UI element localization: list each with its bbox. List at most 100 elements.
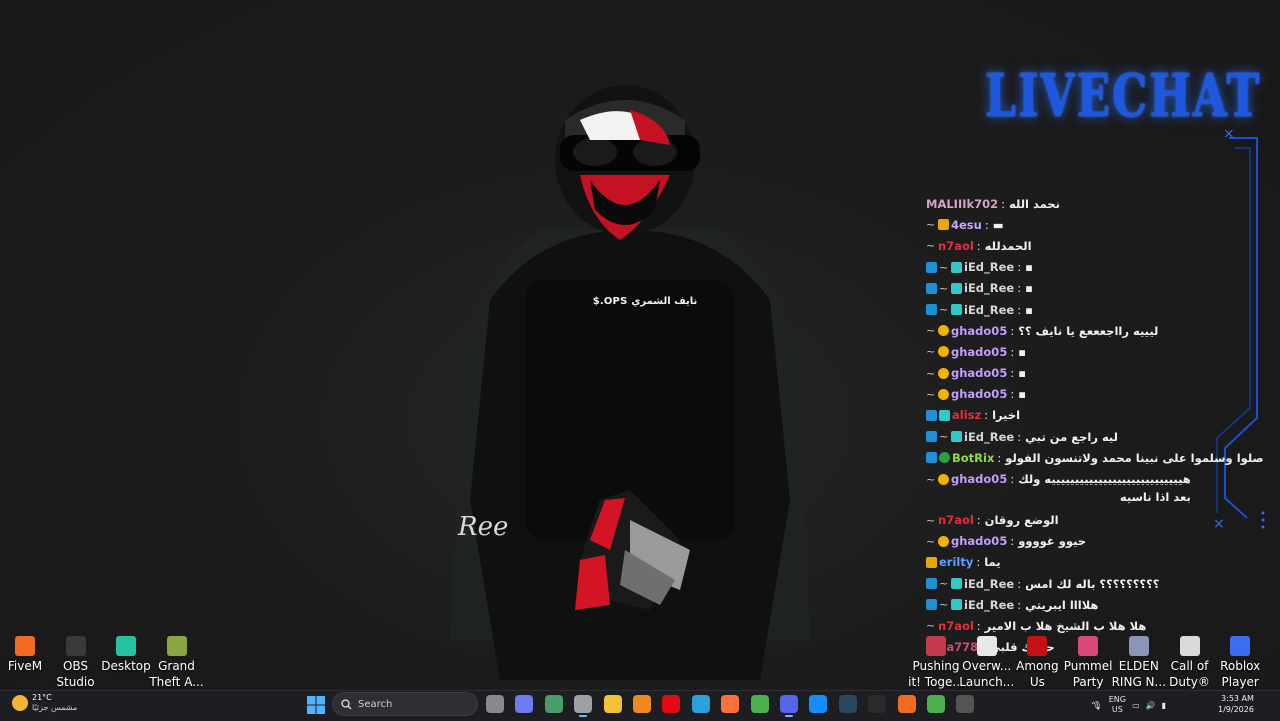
chat-separator: : (976, 555, 981, 570)
mod-badge-icon (939, 452, 950, 464)
sub-badge-icon (938, 325, 949, 337)
settings-icon[interactable] (574, 695, 593, 717)
chat-username[interactable]: iEd_Ree (964, 430, 1014, 444)
chrome-profile-icon[interactable] (927, 695, 945, 713)
chat-message: BotRix: صلوا وسلموا على نبينا محمد ولاتنس… (926, 447, 1264, 468)
desktop-shortcut[interactable]: Roblox Player (1212, 636, 1268, 690)
chat-separator: : (1010, 387, 1015, 402)
taskbar-search-box[interactable]: Search (332, 692, 478, 716)
chat-separator: : (1017, 302, 1022, 317)
chat-text: هلا هلا ب الشيخ هلا ب الامير (984, 618, 1147, 633)
vip-badge-icon (951, 599, 962, 611)
desktop-shortcut[interactable]: ELDEN RING N... (1111, 636, 1167, 690)
chat-message: ~ ghado05: حيوو غوووو (926, 531, 1196, 552)
chat-separator: : (984, 217, 989, 232)
weather-temperature: 21°C (32, 693, 52, 702)
chat-message: MALIIIk702: نحمد الله (926, 193, 1196, 214)
obs-taskbar-icon[interactable] (956, 695, 975, 713)
chat-username[interactable]: iEd_Ree (964, 598, 1014, 612)
chat-text: ليييه رااجعععع يا نايف ؟؟ (1018, 323, 1159, 338)
chat-username[interactable]: BotRix (952, 451, 994, 465)
epic-icon[interactable] (868, 695, 887, 713)
steam-icon[interactable] (838, 695, 857, 713)
desktop-shortcut[interactable]: Pushing it! Toge... (908, 636, 964, 690)
taskbar-clock[interactable]: 3:53 AM 1/9/2026 (1218, 693, 1254, 715)
battlenet-icon[interactable] (809, 695, 828, 713)
desktop-shortcut-label: Pummel Party (1063, 659, 1113, 689)
pummel-party-icon (1078, 636, 1099, 656)
battery-icon[interactable]: ▮ (1162, 701, 1166, 710)
chat-text: ليه راجع من تبي (1025, 429, 1118, 444)
task-view-icon[interactable] (486, 695, 504, 713)
fl-studio-icon[interactable] (633, 695, 651, 713)
file-explorer-icon[interactable] (603, 695, 622, 713)
chat-username[interactable]: n7aol (938, 619, 974, 633)
microphone-icon[interactable]: 🎙 (1092, 701, 1102, 710)
gold-badge-icon (926, 556, 937, 568)
chat-username[interactable]: iEd_Ree (964, 281, 1014, 295)
chat-username[interactable]: ghado05 (951, 534, 1007, 548)
tilde-badge-icon: ~ (939, 260, 949, 274)
netflix-icon[interactable] (662, 695, 681, 713)
chrome-icon[interactable] (750, 695, 769, 713)
region-code: US (1111, 705, 1123, 714)
chat-username[interactable]: alisz (952, 408, 981, 422)
network-icon[interactable]: ▭ (1132, 701, 1140, 710)
chat-username[interactable]: MALIIIk702 (926, 197, 998, 211)
desktop-shortcut[interactable]: Pummel Party (1060, 636, 1116, 690)
chat-separator: : (1017, 260, 1022, 275)
chat-username[interactable]: ghado05 (951, 472, 1007, 486)
chat-username[interactable]: n7aol (938, 239, 974, 253)
volume-icon[interactable]: 🔊 (1146, 701, 1156, 710)
desktop-shortcut[interactable]: Grand Theft A... (149, 636, 205, 690)
desktop-shortcut-label: Desktop (101, 659, 151, 673)
chat-separator: : (1017, 281, 1022, 296)
telegram-icon[interactable] (691, 695, 710, 713)
windows-start-icon[interactable] (306, 695, 326, 715)
vip-badge-icon (951, 304, 962, 316)
chat-username[interactable]: erilty (939, 555, 973, 569)
chat-message: ~ ghado05: ▪ (926, 363, 1196, 384)
desktop-shortcut-label: Grand Theft A... (149, 659, 204, 689)
chat-username[interactable]: ghado05 (951, 345, 1007, 359)
chat-username[interactable]: iEd_Ree (964, 577, 1014, 591)
chat-username[interactable]: ghado05 (951, 324, 1007, 338)
livechat-frame-decoration: × × (1213, 126, 1265, 532)
livechat-message-list: MALIIIk702: نحمد الله ~4esu: ▬ ~ n7aol: الحمدل… (926, 193, 1264, 658)
desktop-shortcut[interactable]: Call of Duty® (1162, 636, 1218, 690)
chat-username[interactable]: ghado05 (951, 366, 1007, 380)
sub-badge-icon (938, 535, 949, 547)
firefox-icon[interactable] (721, 695, 740, 713)
chat-separator: : (984, 408, 989, 423)
fivem-taskbar-icon[interactable] (897, 695, 916, 713)
gta-icon (166, 636, 187, 656)
desktop-shortcut-label: OBS Studio (56, 659, 95, 689)
tilde-badge-icon: ~ (926, 239, 936, 253)
chat-message: ~ iEd_Ree: ▪ (926, 278, 1196, 299)
copilot-icon[interactable] (515, 695, 534, 713)
prime-badge-icon (926, 578, 937, 590)
desktop-shortcut[interactable]: Desktop (98, 636, 154, 674)
chat-text: ▪ (1025, 260, 1033, 275)
chat-username[interactable]: 4esu (951, 218, 982, 232)
svg-text:×: × (1213, 516, 1225, 532)
chat-text-continuation: بعد اذا ناسيه (1119, 490, 1191, 505)
chat-separator: : (1010, 366, 1015, 381)
weather-widget[interactable]: 21°C مشمس جزئيًا (12, 693, 77, 713)
widgets-icon[interactable] (544, 695, 563, 713)
desktop-shortcut[interactable]: FiveM (0, 636, 53, 674)
desktop-shortcut[interactable]: Among Us (1009, 636, 1065, 690)
chat-username[interactable]: iEd_Ree (964, 303, 1014, 317)
prime-badge-icon (926, 431, 937, 443)
desktop-shortcut-label: Overw... Launch... (959, 659, 1015, 689)
desktop-shortcut[interactable]: Overw... Launch... (959, 636, 1015, 690)
chat-username[interactable]: ghado05 (951, 387, 1007, 401)
desktop-shortcut[interactable]: OBS Studio (48, 636, 104, 690)
sub-badge-icon (938, 388, 949, 400)
chat-username[interactable]: iEd_Ree (964, 260, 1014, 274)
discord-icon[interactable] (780, 695, 798, 717)
desktop-shortcut-label: ELDEN RING N... (1111, 659, 1166, 689)
tilde-badge-icon: ~ (926, 387, 936, 401)
chat-username[interactable]: n7aol (938, 513, 974, 527)
language-indicator[interactable]: ENG US (1109, 695, 1126, 715)
